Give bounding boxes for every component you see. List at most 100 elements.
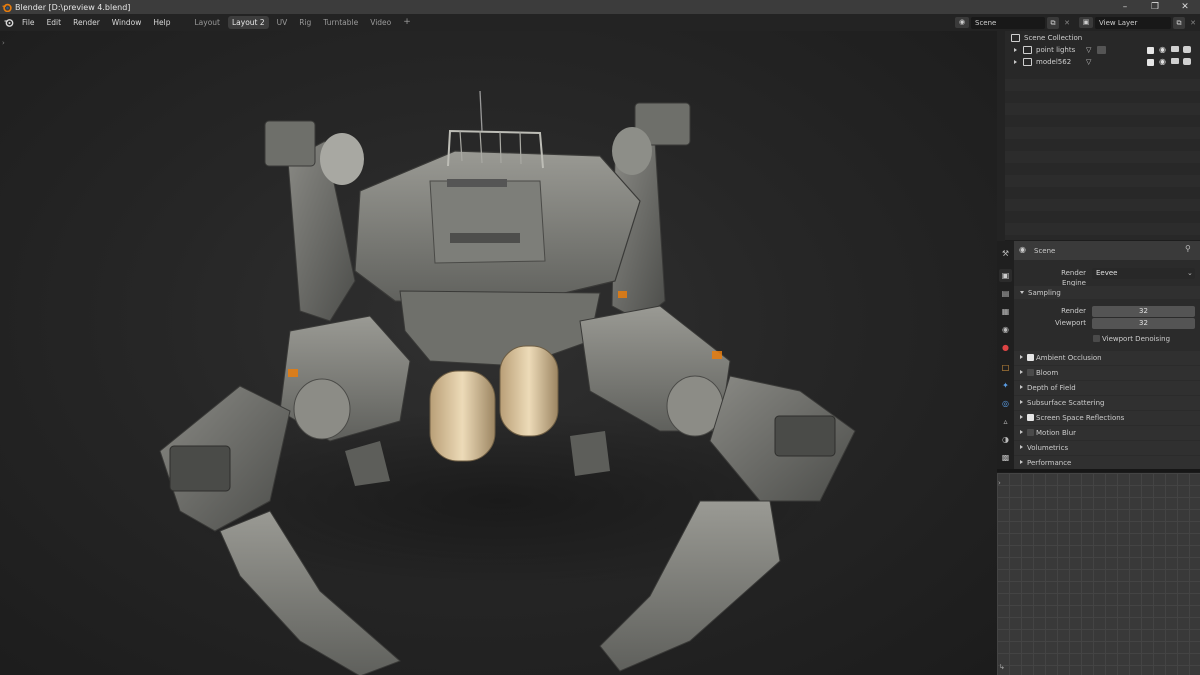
collection-icon xyxy=(1011,34,1020,42)
exclude-checkbox[interactable] xyxy=(1147,46,1154,54)
section-bloom[interactable]: Bloom xyxy=(1014,366,1200,380)
scene-name-field[interactable]: Scene xyxy=(971,17,1045,29)
texture-tab-icon[interactable]: ▩ xyxy=(999,451,1012,464)
expand-arrow-icon[interactable] xyxy=(1014,60,1017,64)
section-depth-of-field[interactable]: Depth of Field xyxy=(1014,381,1200,395)
section-volumetrics[interactable]: Volumetrics xyxy=(1014,441,1200,455)
view-layer-selector[interactable]: ▣ View Layer ⧉ ✕ xyxy=(1077,15,1200,30)
scene-tab-icon[interactable]: ◉ xyxy=(999,323,1012,336)
sampling-panel-header[interactable]: Sampling xyxy=(1014,286,1200,299)
properties-context-label: Scene xyxy=(1034,247,1056,255)
section-label: Screen Space Reflections xyxy=(1036,414,1125,422)
view-layer-name-field[interactable]: View Layer xyxy=(1095,17,1171,29)
section-subsurface-scattering[interactable]: Subsurface Scattering xyxy=(1014,396,1200,410)
modifier-tab-icon[interactable]: ✦ xyxy=(999,379,1012,392)
window-title: Blender [D:\preview 4.blend] xyxy=(15,2,131,12)
scene-selector[interactable]: ◉ Scene ⧉ ✕ xyxy=(953,15,1073,30)
pin-icon[interactable]: ⚲ xyxy=(1185,244,1191,253)
checkbox-icon[interactable] xyxy=(1027,429,1034,436)
tab-video[interactable]: Video xyxy=(366,16,395,29)
section-label: Ambient Occlusion xyxy=(1036,354,1102,362)
expand-arrow-icon xyxy=(1020,385,1023,389)
render-tab-icon[interactable]: ▣ xyxy=(999,269,1012,282)
outliner-row[interactable]: point lights ▽ ◉ xyxy=(1005,44,1200,56)
expand-arrow-icon xyxy=(1020,430,1023,434)
render-samples-label: Render xyxy=(1061,307,1086,315)
viewport-edge-arrow-icon[interactable]: › xyxy=(2,39,5,47)
particles-tab-icon[interactable]: ◎ xyxy=(999,397,1012,410)
section-motion-blur[interactable]: Motion Blur xyxy=(1014,426,1200,440)
expand-arrow-icon xyxy=(1020,445,1023,449)
material-tab-icon[interactable]: ◑ xyxy=(999,433,1012,446)
viewport-denoising-label: Viewport Denoising xyxy=(1102,335,1171,343)
checkbox-icon[interactable] xyxy=(1027,369,1034,376)
outliner-item-label: model562 xyxy=(1036,58,1072,66)
camera-icon[interactable] xyxy=(1183,58,1191,65)
outliner-row[interactable]: model562 ▽ ◉ xyxy=(1005,56,1200,68)
minimize-icon[interactable]: – xyxy=(1110,0,1140,14)
menu-help[interactable]: Help xyxy=(147,14,176,31)
maximize-icon[interactable]: ❐ xyxy=(1140,0,1170,14)
tab-uv[interactable]: UV xyxy=(273,16,292,29)
section-label: Depth of Field xyxy=(1027,384,1076,392)
menu-edit[interactable]: Edit xyxy=(41,14,68,31)
viewport-denoising-checkbox[interactable] xyxy=(1093,335,1100,342)
monitor-icon[interactable] xyxy=(1171,58,1179,64)
tab-layout[interactable]: Layout xyxy=(190,16,224,29)
uv-editor-panel[interactable]: › ↳ xyxy=(997,472,1200,675)
eye-icon[interactable]: ◉ xyxy=(1159,44,1166,56)
outliner-scene-collection[interactable]: Scene Collection xyxy=(1005,32,1200,44)
checkbox-icon[interactable] xyxy=(1027,354,1034,361)
outliner-stripe xyxy=(1005,175,1200,187)
close-icon[interactable]: ✕ xyxy=(1170,0,1200,14)
corner-arrow-icon[interactable]: ↳ xyxy=(999,663,1005,671)
section-performance[interactable]: Performance xyxy=(1014,456,1200,469)
render-samples-field[interactable]: 32 xyxy=(1092,306,1195,317)
section-label: Performance xyxy=(1027,459,1072,467)
data-tab-icon[interactable]: ▵ xyxy=(999,415,1012,428)
sampling-label: Sampling xyxy=(1028,289,1061,297)
expand-arrow-icon xyxy=(1020,370,1023,374)
title-bar: Blender [D:\preview 4.blend] – ❐ ✕ xyxy=(0,0,1200,14)
object-tab-icon[interactable]: □ xyxy=(999,361,1012,374)
menu-window[interactable]: Window xyxy=(106,14,148,31)
expand-arrow-icon xyxy=(1020,400,1023,404)
viewport-samples-field[interactable]: 32 xyxy=(1092,318,1195,329)
properties-header: ◉ Scene ⚲ xyxy=(1014,241,1200,260)
output-tab-icon[interactable]: ▤ xyxy=(999,287,1012,300)
camera-icon[interactable] xyxy=(1183,46,1191,53)
exclude-checkbox[interactable] xyxy=(1147,58,1154,66)
expand-arrow-icon xyxy=(1020,415,1023,419)
blender-logo-icon xyxy=(0,0,14,14)
world-tab-icon[interactable]: ● xyxy=(999,341,1012,354)
outliner-stripe xyxy=(1005,79,1200,91)
new-view-layer-button[interactable]: ⧉ xyxy=(1173,17,1185,29)
tab-turntable[interactable]: Turntable xyxy=(319,16,362,29)
outliner-stripe xyxy=(1005,223,1200,235)
render-engine-dropdown[interactable]: Eevee ⌄ xyxy=(1092,268,1195,279)
section-label: Volumetrics xyxy=(1027,444,1069,452)
new-scene-button[interactable]: ⧉ xyxy=(1047,17,1059,29)
section-ambient-occlusion[interactable]: Ambient Occlusion xyxy=(1014,351,1200,365)
area-separator[interactable] xyxy=(997,31,1005,241)
corner-arrow-icon[interactable]: › xyxy=(998,479,1001,487)
3d-viewport[interactable]: › xyxy=(0,31,997,675)
view-layer-icon: ▣ xyxy=(1079,17,1093,28)
tab-layout-2[interactable]: Layout 2 xyxy=(227,16,269,29)
tool-tab-icon[interactable]: ⚒ xyxy=(999,247,1012,260)
tab-rig[interactable]: Rig xyxy=(295,16,315,29)
view-layer-tab-icon[interactable]: ▦ xyxy=(999,305,1012,318)
monitor-icon[interactable] xyxy=(1171,46,1179,52)
menu-file[interactable]: File xyxy=(18,14,41,31)
eye-icon[interactable]: ◉ xyxy=(1159,56,1166,68)
collection-icon xyxy=(1023,58,1032,66)
checkbox-icon[interactable] xyxy=(1027,414,1034,421)
section-screen-space-reflections[interactable]: Screen Space Reflections xyxy=(1014,411,1200,425)
light-data-icon xyxy=(1097,46,1106,54)
menu-render[interactable]: Render xyxy=(67,14,106,31)
delete-scene-button[interactable]: ✕ xyxy=(1061,17,1073,29)
add-workspace-button[interactable]: + xyxy=(399,16,415,29)
expand-arrow-icon[interactable] xyxy=(1014,48,1017,52)
blender-menu-icon[interactable] xyxy=(0,14,18,31)
delete-view-layer-button[interactable]: ✕ xyxy=(1187,17,1199,29)
